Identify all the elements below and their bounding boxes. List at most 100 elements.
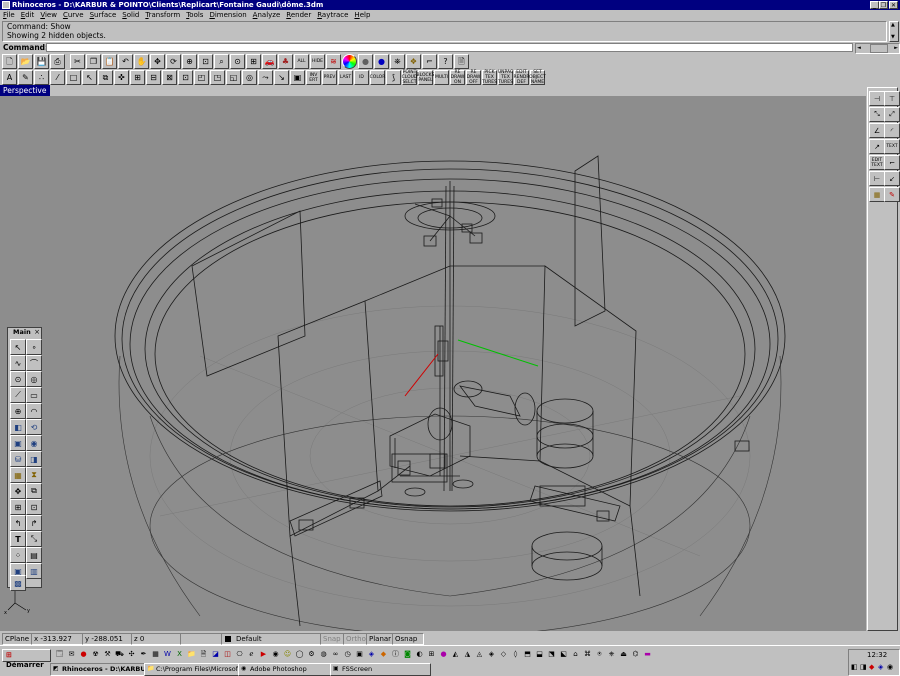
pick-textures-button[interactable]: PICK TEX TURES: [482, 70, 497, 85]
trim-icon[interactable]: ↰: [10, 515, 26, 531]
pencil-red-icon[interactable]: ✎: [884, 187, 900, 202]
layers-icon[interactable]: ≋: [326, 54, 341, 69]
unpack-textures-button[interactable]: UNPAC TEX TURES: [498, 70, 513, 85]
acrobat-icon[interactable]: ⎔: [235, 650, 244, 659]
curve-icon[interactable]: ⌒: [26, 355, 42, 371]
dim-vertical-icon[interactable]: ⊤: [884, 91, 900, 106]
redraw-off-button[interactable]: RE DRAW OFF: [466, 70, 481, 85]
align-icon[interactable]: ⊟: [146, 70, 161, 85]
mesh-icon[interactable]: ▦: [10, 467, 26, 483]
dim-line-icon[interactable]: ⊢: [869, 171, 885, 186]
cylinder-icon[interactable]: ⛁: [10, 451, 26, 467]
solid-icon[interactable]: ◨: [26, 451, 42, 467]
info-icon[interactable]: ⓘ: [391, 650, 400, 659]
cut-icon[interactable]: ✂: [70, 54, 85, 69]
text-tool-button[interactable]: T: [10, 531, 26, 547]
smiley-icon[interactable]: ☺: [283, 650, 292, 659]
select-id-button[interactable]: ID: [354, 70, 369, 85]
task-photoshop[interactable]: ◉ Adobe Photoshop: [238, 663, 341, 676]
move-icon[interactable]: ✥: [10, 483, 26, 499]
tray-icon-4[interactable]: ◈: [878, 663, 883, 671]
render-sphere-icon[interactable]: ●: [374, 54, 389, 69]
edit-text-button[interactable]: EDIT TEXT: [869, 155, 885, 170]
photo-icon[interactable]: ◫: [223, 650, 232, 659]
car-small-icon[interactable]: ⛟: [115, 650, 124, 659]
boolean-union-icon[interactable]: ⧗: [26, 467, 42, 483]
image-icon[interactable]: ◪: [211, 650, 220, 659]
app-icon-f[interactable]: ◊: [511, 650, 520, 659]
save-block-icon[interactable]: ▣: [290, 70, 305, 85]
folder-icon[interactable]: 📁: [187, 650, 196, 659]
ie-icon[interactable]: ℯ: [247, 650, 256, 659]
app-icon-l[interactable]: ⌘: [583, 650, 592, 659]
print-icon[interactable]: ⎙: [50, 54, 65, 69]
app-icon-m[interactable]: ⍟: [595, 650, 604, 659]
close-button[interactable]: ✕: [889, 1, 898, 9]
doc-icon[interactable]: 🗎: [199, 650, 208, 659]
osnap-toggle[interactable]: Osnap: [392, 633, 424, 645]
menu-file[interactable]: File: [0, 10, 18, 21]
color-wheel-icon[interactable]: [342, 54, 357, 69]
paste-icon[interactable]: 📋: [102, 54, 117, 69]
app-icon-d[interactable]: ◈: [487, 650, 496, 659]
menu-view[interactable]: View: [37, 10, 60, 21]
scroll-right-icon[interactable]: ►: [894, 44, 898, 52]
circle-icon[interactable]: ⊙: [10, 371, 26, 387]
points-icon[interactable]: ∴: [34, 70, 49, 85]
lasso-icon[interactable]: ⟆: [386, 70, 401, 85]
task-explorer[interactable]: 📁 C:\Program Files\Microsoft...: [144, 663, 249, 676]
word-icon[interactable]: W: [163, 650, 172, 659]
offset-icon[interactable]: ⊡: [178, 70, 193, 85]
scroll-thumb[interactable]: [870, 44, 888, 53]
box-icon[interactable]: ▣: [10, 435, 26, 451]
revolve-icon[interactable]: ⟲: [26, 419, 42, 435]
dim-ordinate-icon[interactable]: ⌐: [884, 155, 900, 170]
excel-icon[interactable]: X: [175, 650, 184, 659]
lines-icon[interactable]: ⁄: [50, 70, 65, 85]
pointer-icon[interactable]: ↖: [82, 70, 97, 85]
app-purple-icon[interactable]: ●: [439, 650, 448, 659]
select-color-button[interactable]: COLOR: [370, 70, 385, 85]
copy-move-icon[interactable]: ⧉: [26, 483, 42, 499]
pencil-icon[interactable]: ✎: [18, 70, 33, 85]
render-icon[interactable]: ▩: [10, 575, 26, 591]
menu-analyze[interactable]: Analyze: [250, 10, 284, 21]
scroll-left-icon[interactable]: ◄: [857, 44, 861, 52]
select-pointer-icon[interactable]: ↖: [10, 339, 26, 355]
outlook-icon[interactable]: ✉: [67, 650, 76, 659]
notes-icon[interactable]: 🗎: [454, 54, 469, 69]
osnap-icon[interactable]: ⌐: [422, 54, 437, 69]
select-previous-button[interactable]: PREV: [322, 70, 337, 85]
four-view-icon[interactable]: ⊞: [246, 54, 261, 69]
select-last-button[interactable]: LAST: [338, 70, 353, 85]
app-green-icon[interactable]: ◙: [403, 650, 412, 659]
zoom-selected-icon[interactable]: ⊙: [230, 54, 245, 69]
points-grid-icon[interactable]: ⁘: [10, 547, 26, 563]
boolean-icon[interactable]: ⧉: [98, 70, 113, 85]
invert-selection-button[interactable]: INV ERT: [306, 70, 321, 85]
polygon-icon[interactable]: ⊕: [10, 403, 26, 419]
app-grid-icon[interactable]: ⊞: [427, 650, 436, 659]
copy-icon[interactable]: ❐: [86, 54, 101, 69]
car-icon[interactable]: 🚗: [262, 54, 277, 69]
dim-angle-icon[interactable]: ∠: [869, 123, 885, 138]
dim-horizontal-icon[interactable]: ⊣: [869, 91, 885, 106]
sphere-icon[interactable]: ◉: [26, 435, 42, 451]
dim-aligned-icon[interactable]: ⤡: [869, 107, 885, 122]
planar-toggle[interactable]: Planar: [366, 633, 395, 645]
menu-tools[interactable]: Tools: [183, 10, 206, 21]
menu-surface[interactable]: Surface: [87, 10, 120, 21]
perspective-viewport[interactable]: z y x: [0, 96, 866, 631]
point-icon[interactable]: ∘: [26, 339, 42, 355]
menu-dimension[interactable]: Dimension: [206, 10, 249, 21]
dim-arrow-icon[interactable]: ↙: [884, 171, 900, 186]
app-icon-g[interactable]: ⬒: [523, 650, 532, 659]
dimension-icon[interactable]: ⤡: [26, 531, 42, 547]
edit-icon[interactable]: ⤳: [258, 70, 273, 85]
open-file-icon[interactable]: 📂: [18, 54, 33, 69]
shade-icon[interactable]: ●: [358, 54, 373, 69]
app-orange-icon[interactable]: ◆: [379, 650, 388, 659]
rect-icon[interactable]: □: [66, 70, 81, 85]
task-rhinoceros[interactable]: ◩ Rhinoceros - D:\KARBU...: [50, 663, 155, 676]
app-icon-o[interactable]: ⏏: [619, 650, 628, 659]
